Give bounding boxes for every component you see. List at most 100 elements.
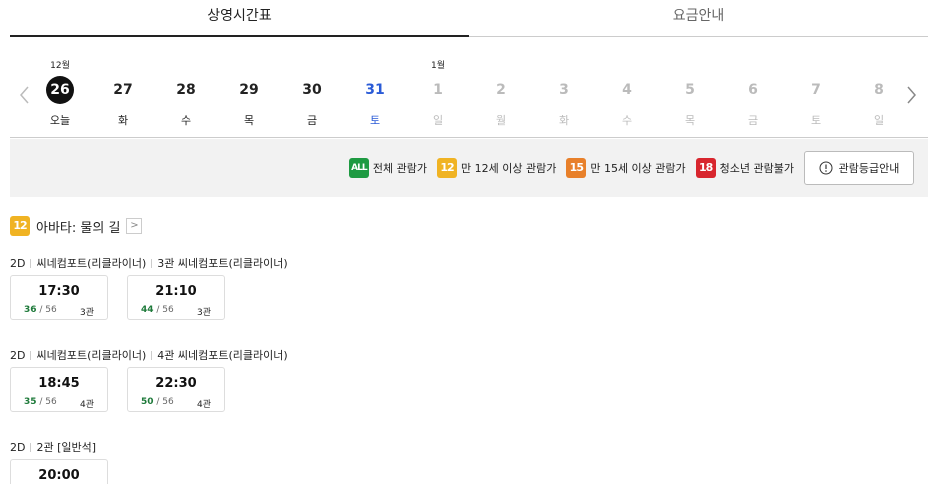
legend-18-label: 청소년 관람불가 (719, 162, 794, 175)
hall-number: 3관 (196, 308, 211, 318)
date-item[interactable]: 28 수 (166, 52, 206, 136)
hall-number: 3관 (79, 308, 94, 318)
legend-15: 15 만 15세 이상 관람가 (566, 158, 686, 178)
showtime-slot[interactable]: 18:45 35 / 56 4관 (10, 367, 108, 412)
showtime-slot[interactable]: 20:00 (10, 459, 108, 484)
hall-type: 2관 [일반석] (36, 441, 97, 454)
chevron-left-icon[interactable] (18, 85, 32, 105)
date-number: 3 (559, 82, 569, 98)
showtime-slot[interactable]: 17:30 36 / 56 3관 (10, 275, 108, 320)
date-number: 7 (811, 82, 821, 98)
rating-guide-button[interactable]: 관람등급안내 (804, 151, 914, 185)
date-item[interactable]: 29 목 (229, 52, 269, 136)
chevron-right-icon[interactable]: > (126, 218, 143, 234)
seat-count: 35 / 56 (24, 397, 57, 407)
date-item: 5목 (670, 52, 710, 136)
tab-showtimes[interactable]: 상영시간표 (10, 0, 469, 37)
date-item: 1월 1 일 (418, 52, 458, 136)
movie-header: 12 아바타: 물의 길 > (10, 215, 143, 237)
date-selector: 12월 26 오늘 27 화 28 수 29 목 30 금 31 토 1월 1 일 2 월 3 화 4 수 5 목 6 금 7 토 8 일 (10, 52, 928, 138)
rating-all-icon: ALL (348, 158, 369, 178)
rating-15-icon: 15 (566, 158, 587, 178)
rating-12-icon: 12 (10, 216, 30, 236)
legend-all-label: 전체 관람가 (372, 162, 427, 175)
total-seats: 56 (162, 305, 174, 315)
date-weekday: 화 (558, 114, 570, 127)
date-number: 29 (239, 82, 259, 98)
legend-18: 18 청소년 관람불가 (695, 158, 794, 178)
date-weekday: 토 (810, 114, 822, 127)
legend-all: ALL 전체 관람가 (348, 158, 427, 178)
date-item[interactable]: 30 금 (292, 52, 332, 136)
tab-pricing[interactable]: 요금안내 (469, 0, 928, 37)
seat-count: 44 / 56 (141, 305, 174, 315)
total-seats: 56 (162, 397, 174, 407)
showtime-time: 20:00 (38, 468, 80, 483)
date-month: 12월 (50, 61, 70, 71)
date-item: 7토 (796, 52, 836, 136)
date-number: 8 (874, 82, 884, 98)
rating-legend: ALL 전체 관람가 12 만 12세 이상 관람가 15 만 15세 이상 관… (10, 139, 928, 197)
rating-guide-label: 관람등급안내 (838, 162, 900, 175)
hall-type: 4관 씨네컴포트(리클라이너) (157, 349, 288, 362)
date-weekday: 수 (180, 114, 192, 127)
divider (30, 442, 32, 452)
date-weekday: 월 (495, 114, 507, 127)
date-weekday: 일 (432, 114, 444, 127)
showtime-group: 2D 2관 [일반석] 20:00 (10, 439, 928, 484)
date-item: 3화 (544, 52, 584, 136)
hall-type: 3관 씨네컴포트(리클라이너) (157, 257, 288, 270)
date-item: 2월 (481, 52, 521, 136)
date-number: 30 (302, 82, 322, 98)
tab-bar: 상영시간표 요금안내 (10, 0, 928, 37)
date-weekday: 화 (117, 114, 129, 127)
screen-format: 2D (10, 348, 26, 362)
showtime-group-header: 2D 씨네컴포트(리클라이너) 3관 씨네컴포트(리클라이너) (10, 255, 928, 271)
date-number: 27 (113, 82, 133, 98)
divider (151, 258, 153, 268)
date-number: 5 (685, 82, 695, 98)
divider (30, 350, 32, 360)
rating-12-icon: 12 (437, 158, 457, 178)
movie-title[interactable]: 아바타: 물의 길 (36, 217, 120, 236)
showtime-time: 22:30 (155, 376, 197, 391)
available-seats: 50 (141, 397, 154, 407)
available-seats: 44 (141, 305, 154, 315)
showtime-group-header: 2D 씨네컴포트(리클라이너) 4관 씨네컴포트(리클라이너) (10, 347, 928, 363)
hall-number: 4관 (196, 400, 211, 410)
legend-12: 12 만 12세 이상 관람가 (437, 158, 556, 178)
available-seats: 35 (24, 397, 37, 407)
chevron-right-icon[interactable] (904, 85, 918, 105)
showtime-time: 17:30 (38, 284, 80, 299)
total-seats: 56 (45, 397, 57, 407)
showtime-slot[interactable]: 21:10 44 / 56 3관 (127, 275, 225, 320)
date-month: 1월 (430, 61, 445, 71)
date-item[interactable]: 31 토 (355, 52, 395, 136)
date-weekday: 일 (873, 114, 885, 127)
date-item[interactable]: 27 화 (103, 52, 143, 136)
date-number: 6 (748, 82, 758, 98)
date-number: 28 (176, 82, 196, 98)
legend-12-label: 만 12세 이상 관람가 (461, 162, 557, 175)
showtime-time: 18:45 (38, 376, 80, 391)
seat-count: 50 / 56 (141, 397, 174, 407)
date-item[interactable]: 12월 26 오늘 (40, 52, 80, 136)
total-seats: 56 (45, 305, 57, 315)
showtime-group: 2D 씨네컴포트(리클라이너) 4관 씨네컴포트(리클라이너) 18:45 35 / 5… (10, 347, 928, 412)
date-weekday: 수 (621, 114, 633, 127)
date-number: 31 (365, 82, 385, 98)
seat-count: 36 / 56 (24, 305, 57, 315)
legend-15-label: 만 15세 이상 관람가 (590, 162, 686, 175)
showtime-group-header: 2D 2관 [일반석] (10, 439, 928, 455)
rating-18-icon: 18 (695, 158, 716, 178)
date-weekday: 목 (684, 114, 696, 127)
hall-type: 씨네컴포트(리클라이너) (36, 257, 147, 270)
date-item: 8일 (859, 52, 899, 136)
showtime-group: 2D 씨네컴포트(리클라이너) 3관 씨네컴포트(리클라이너) 17:30 36 / 5… (10, 255, 928, 320)
date-item: 4수 (607, 52, 647, 136)
date-number: 2 (496, 82, 506, 98)
info-icon (819, 161, 833, 175)
divider (30, 258, 32, 268)
date-number: 4 (622, 82, 632, 98)
showtime-slot[interactable]: 22:30 50 / 56 4관 (127, 367, 225, 412)
